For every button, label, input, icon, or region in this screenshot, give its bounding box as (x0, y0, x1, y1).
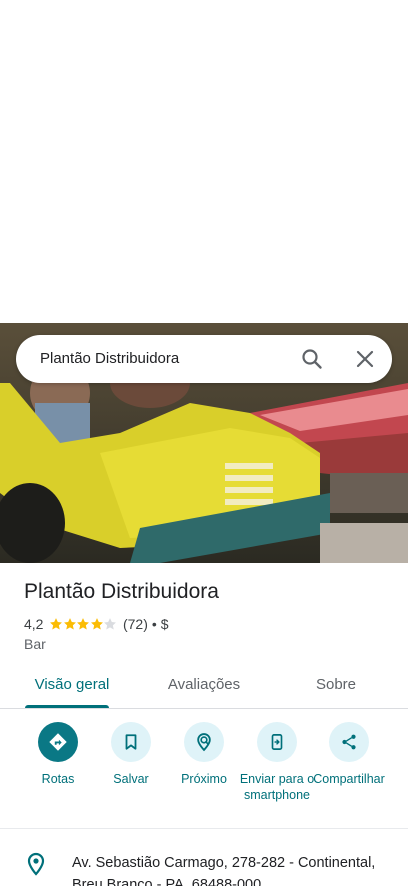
tab-reviews[interactable]: Avaliações (156, 662, 252, 708)
nearby-icon (184, 722, 224, 762)
tab-bar: Visão geral Avaliações Sobre (0, 662, 408, 709)
search-bar[interactable]: Plantão Distribuidora (16, 335, 392, 383)
close-icon[interactable] (353, 347, 377, 371)
star-icon (77, 618, 90, 630)
tab-about[interactable]: Sobre (288, 662, 384, 708)
save-button[interactable]: Salvar (93, 722, 169, 787)
rating-value: 4,2 (24, 616, 44, 632)
search-icon[interactable] (300, 347, 324, 371)
directions-button[interactable]: Rotas (20, 722, 96, 787)
search-input[interactable]: Plantão Distribuidora (40, 335, 179, 383)
tab-indicator (25, 705, 109, 708)
star-empty-icon (104, 618, 117, 630)
price-level: $ (160, 616, 169, 632)
star-icon (64, 618, 76, 630)
divider (0, 828, 408, 829)
star-icon (91, 618, 103, 630)
share-icon (329, 722, 369, 762)
action-row: Rotas Salvar Próximo Enviar para o smart… (0, 722, 408, 822)
separator-dot: • (151, 616, 157, 632)
rating-row[interactable]: 4,2 (72) • $ (24, 615, 169, 633)
tab-overview[interactable]: Visão geral (24, 662, 120, 708)
place-category: Bar (24, 636, 46, 652)
share-button[interactable]: Compartilhar (311, 722, 387, 787)
review-count[interactable]: (72) (123, 616, 148, 632)
nearby-button[interactable]: Próximo (166, 722, 242, 787)
place-panel: Plantão Distribuidora Plantão Distribuid… (0, 0, 408, 886)
star-icon (50, 618, 63, 630)
directions-icon (38, 722, 78, 762)
map-area[interactable] (0, 0, 408, 323)
share-label: Compartilhar (313, 772, 385, 786)
send-to-phone-button[interactable]: Enviar para o smartphone (239, 722, 315, 803)
nearby-label: Próximo (181, 772, 227, 786)
address-text: Av. Sebastião Carmago, 278-282 - Contine… (72, 855, 376, 886)
address-row[interactable]: Av. Sebastião Carmago, 278-282 - Contine… (0, 846, 408, 886)
directions-label: Rotas (41, 772, 75, 786)
star-rating (49, 617, 117, 631)
place-title: Plantão Distribuidora (24, 580, 219, 603)
location-pin-icon (24, 852, 48, 876)
bookmark-icon (111, 722, 151, 762)
send-to-phone-label: Enviar para o smartphone (239, 772, 315, 802)
send-to-phone-icon (257, 722, 297, 762)
save-label: Salvar (113, 772, 149, 786)
